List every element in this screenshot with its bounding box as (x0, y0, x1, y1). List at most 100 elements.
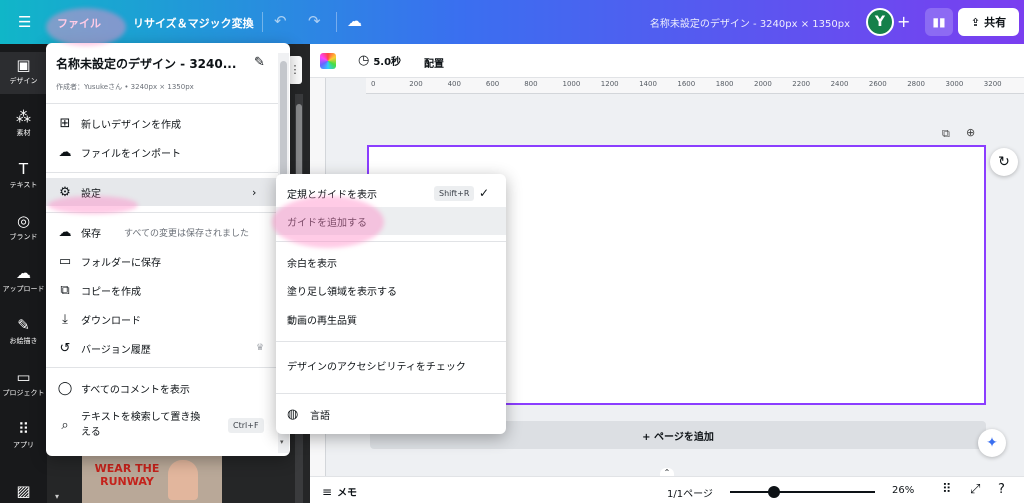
checkmark-icon: ✓ (479, 186, 490, 200)
menu-item-make-copy[interactable]: ⧉ コピーを作成 (46, 276, 278, 304)
ruler-tick-label: 200 (409, 80, 423, 88)
ruler-tick-label: 2000 (754, 80, 772, 88)
zoom-level[interactable]: 26% (892, 485, 914, 496)
redo-icon[interactable]: ↷ (308, 12, 321, 30)
sidebar-item-design[interactable]: ▣ デザイン (0, 52, 47, 94)
resize-button[interactable]: リサイズ＆マジック変換 (133, 15, 254, 31)
menu-subtitle: 作成者：Yusukeさん • 3240px × 1350px (56, 83, 194, 91)
zoom-slider-knob[interactable] (767, 486, 780, 498)
submenu-item-add-guide[interactable]: ガイドを追加する (276, 207, 506, 235)
folder-icon: ▭ (16, 368, 31, 386)
menu-item-download[interactable]: ⤓ ダウンロード (46, 305, 278, 333)
color-picker-icon[interactable] (320, 53, 336, 69)
more-options-icon[interactable]: ⋮ (288, 56, 302, 84)
ruler-tick-label: 800 (524, 80, 538, 88)
bar-chart-icon: ▮▮ (932, 15, 946, 29)
page-indicator[interactable]: 1/1ページ (667, 485, 713, 500)
menu-item-label: 保存 (81, 228, 101, 240)
sidebar-item-projects[interactable]: ▭ プロジェクト (0, 368, 47, 398)
scroll-down-icon[interactable]: ▾ (280, 438, 284, 446)
ruler-tick-label: 1800 (715, 80, 734, 88)
notes-button[interactable]: ≡ メモ (322, 484, 358, 500)
duration-button[interactable]: ◷ 5.0秒 (358, 53, 401, 68)
save-status-text: すべての変更は保存されました (124, 228, 250, 239)
chevron-down-icon[interactable]: ▾ (55, 492, 59, 501)
add-page-icon[interactable]: ⊕ (966, 126, 975, 139)
sidebar-item-photos[interactable]: ▨ (0, 482, 47, 500)
notes-icon: ≡ (322, 484, 333, 499)
menu-item-label: ダウンロード (81, 315, 141, 327)
duplicate-page-icon[interactable]: ⧉ (942, 127, 950, 141)
ruler-tick-label: 2400 (830, 80, 849, 88)
sidebar-item-upload[interactable]: ☁ アップロード (0, 264, 47, 294)
sidebar: ▣ デザイン ⁂ 素材 T テキスト ◎ ブランド ☁ アップロード ✎ お絵描… (0, 44, 47, 503)
share-icon: ⇪ (970, 15, 981, 29)
submenu-item-label: 定規とガイドを表示 (287, 189, 377, 201)
undo-icon[interactable]: ↶ (274, 12, 287, 30)
refresh-comment-icon[interactable]: ↻ (990, 148, 1018, 176)
analytics-button[interactable]: ▮▮ (925, 8, 953, 36)
help-icon[interactable]: ? (998, 482, 1005, 497)
add-collaborator-icon[interactable]: + (897, 12, 910, 31)
submenu-item-show-bleed[interactable]: 塗り足し領域を表示する (276, 276, 506, 304)
submenu-item-language[interactable]: ◍ 言語 (276, 400, 506, 428)
submenu-item-show-margins[interactable]: 余白を表示 (276, 248, 506, 276)
fullscreen-icon[interactable]: ⤢ (970, 482, 980, 497)
zoom-slider[interactable] (730, 486, 875, 498)
menu-icon[interactable]: ☰ (18, 13, 31, 31)
edit-pencil-icon[interactable]: ✎ (254, 55, 265, 70)
clock-icon: ◷ (358, 53, 370, 68)
submenu-item-label: 塗り足し領域を表示する (287, 286, 397, 298)
menu-item-find-replace[interactable]: ⌕ テキストを検索して置き換える Ctrl+F (46, 407, 278, 443)
grid-view-icon[interactable]: ⠿ (942, 482, 952, 497)
ruler-tick-label: 1200 (600, 80, 619, 88)
layout-icon: ▣ (16, 56, 31, 74)
horizontal-ruler[interactable]: 0 200 400 600 800 1000 1200 1400 1600 1800 2000 220… (366, 78, 1024, 94)
ruler-tick-label: 1000 (562, 80, 581, 88)
menu-item-label: 設定 (81, 188, 101, 200)
menu-scroll-thumb[interactable] (280, 61, 287, 181)
submenu-item-show-rulers[interactable]: 定規とガイドを表示 Shift+R ✓ (276, 179, 506, 207)
sidebar-item-label: デザイン (9, 77, 38, 85)
sidebar-item-text[interactable]: T テキスト (0, 160, 47, 190)
menu-item-version-history[interactable]: ↺ バージョン履歴 ♛ (46, 334, 278, 362)
search-icon: ⌕ (61, 417, 69, 433)
duration-label: 5.0秒 (373, 57, 402, 68)
copy-icon: ⧉ (60, 282, 70, 298)
divider (46, 367, 278, 368)
thumbnail-text: WEAR THE RUNWAY (94, 462, 160, 488)
cloud-check-icon: ☁ (58, 224, 72, 240)
menu-item-label: フォルダーに保存 (81, 257, 161, 269)
menu-item-settings[interactable]: ⚙ 設定 › (46, 178, 278, 206)
menu-item-save-to-folder[interactable]: ▭ フォルダーに保存 (46, 247, 278, 275)
menu-item-save[interactable]: ☁ 保存 すべての変更は保存されました (46, 218, 278, 246)
avatar[interactable]: Y (866, 8, 894, 36)
document-title[interactable]: 名称未設定のデザイン - 3240px × 1350px (600, 15, 850, 30)
menu-item-new-design[interactable]: ⊞ 新しいデザインを作成 (46, 109, 278, 137)
sidebar-item-label: テキスト (9, 181, 38, 189)
menu-design-title[interactable]: 名称未設定のデザイン - 3240... (56, 55, 236, 72)
submenu-item-accessibility[interactable]: デザインのアクセシビリティをチェック (276, 348, 506, 386)
position-button[interactable]: 配置 (424, 55, 444, 70)
file-menu-button[interactable]: ファイル (57, 15, 101, 31)
sidebar-item-apps[interactable]: ⠿ アプリ (0, 420, 47, 450)
submenu-item-label: ガイドを追加する (287, 217, 367, 229)
download-icon: ⤓ (62, 311, 68, 327)
share-button[interactable]: ⇪ 共有 (958, 8, 1019, 36)
template-thumbnail[interactable]: WEAR THE RUNWAY (82, 456, 222, 503)
submenu-item-video-quality[interactable]: 動画の再生品質 (276, 305, 506, 333)
sidebar-item-label: アプリ (13, 441, 34, 449)
magic-assist-icon[interactable]: ✦ (978, 429, 1006, 457)
sidebar-item-brand[interactable]: ◎ ブランド (0, 212, 47, 242)
sidebar-item-elements[interactable]: ⁂ 素材 (0, 108, 47, 138)
menu-item-import-file[interactable]: ☁ ファイルをインポート (46, 138, 278, 166)
cloud-sync-icon[interactable]: ☁ (347, 12, 362, 30)
submenu-item-label: 動画の再生品質 (287, 315, 357, 327)
sidebar-item-draw[interactable]: ✎ お絵描き (0, 316, 47, 346)
menu-item-label: テキストを検索して置き換える (81, 412, 201, 438)
menu-item-label: コピーを作成 (81, 286, 141, 298)
menu-item-label: すべてのコメントを表示 (81, 384, 190, 396)
menu-item-show-comments[interactable]: ◯ すべてのコメントを表示 (46, 374, 278, 402)
notes-label: メモ (337, 488, 358, 499)
ruler-tick-label: 2200 (792, 80, 811, 88)
